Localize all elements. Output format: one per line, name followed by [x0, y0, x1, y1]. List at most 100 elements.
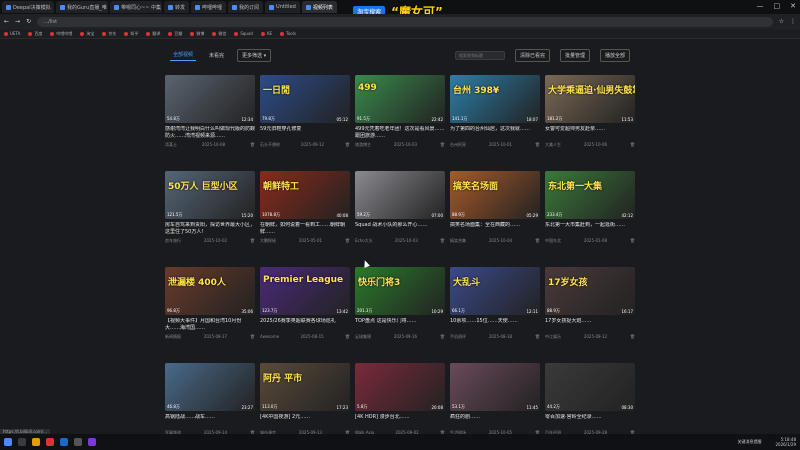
video-thumbnail[interactable]: 大乱斗 66.1万 12:11	[450, 267, 540, 315]
uploader-name[interactable]: Awesome	[260, 334, 279, 339]
forward-icon[interactable]: →	[15, 18, 20, 25]
video-title[interactable]: 感谢湾湾让我明白什么叫做现代版的防鳗防火……湾湾视频来源……	[165, 126, 255, 140]
delete-icon[interactable]: 🗑	[250, 334, 255, 340]
video-title[interactable]: 东北第一大市集赶到，一起逛街……	[545, 222, 635, 236]
video-thumbnail[interactable]: 东北第一大集 233.4万 42:12	[545, 171, 635, 219]
video-thumbnail[interactable]: 5.8万 20:08	[355, 363, 445, 411]
uploader-name[interactable]: 大美人生	[545, 142, 561, 148]
browser-tab[interactable]: 带嗯同心~~ 中集	[110, 1, 162, 13]
start-icon[interactable]	[4, 438, 12, 446]
minimize-icon[interactable]: —	[757, 2, 764, 10]
video-thumbnail[interactable]: 17岁女孩 88.9万 16:17	[545, 267, 635, 315]
delete-icon[interactable]: 🗑	[345, 238, 350, 244]
video-card[interactable]: 阿丹 平市 113.0万 17:23 [4K中国夜游] 2元…… 城市漫步 2025-09…	[260, 363, 350, 443]
play-all-button[interactable]: 播放全部	[599, 48, 630, 62]
browser-tab[interactable]: Deepal决策模拟	[2, 1, 54, 13]
video-card[interactable]: 50万人 巨型小区 121.5万 15:20 房车自驾来到贵阳，探访世界最大小区，这里…	[165, 171, 255, 251]
video-thumbnail[interactable]: 快乐门将3 201.3万 10:29	[355, 267, 445, 315]
uploader-name[interactable]: 手机测评	[450, 334, 466, 340]
delete-icon[interactable]: 🗑	[630, 238, 635, 244]
bookmark-item[interactable]: Tools	[280, 31, 296, 36]
video-card[interactable]: 17岁女孩 88.9万 16:17 17岁女孩捉大炮…… 中江娱乐 2025-08-12 🗑	[545, 267, 635, 347]
delete-icon[interactable]: 🗑	[535, 334, 540, 340]
uploader-name[interactable]: 足球集锦	[355, 334, 371, 340]
video-card[interactable]: 泄漏楼 400人 96.8万 35:06 【视频大事件】月国和台湾10月份大……海湾国…	[165, 267, 255, 347]
video-thumbnail[interactable]: 大学乘逼迫·仙男失鼓掌 181.2万 11:53	[545, 75, 635, 123]
video-thumbnail[interactable]: 59.2万 07:00	[355, 171, 445, 219]
delete-icon[interactable]: 🗑	[250, 238, 255, 244]
bookmark-item[interactable]: 淘宝	[80, 31, 94, 37]
uploader-name[interactable]: 房车旅行	[165, 238, 181, 244]
video-title[interactable]: 59元旧鞋穿孔修复	[260, 126, 350, 140]
uploader-name[interactable]: 中国东北	[545, 238, 561, 244]
video-thumbnail[interactable]: 阿丹 平市 113.0万 17:23	[260, 363, 350, 411]
delete-icon[interactable]: 🗑	[345, 142, 350, 148]
video-title[interactable]: [4K HDR] 漫步台北……	[355, 414, 445, 428]
tab-unfinished[interactable]: 未看完	[206, 50, 227, 61]
folder-icon[interactable]	[32, 438, 40, 446]
video-card[interactable]: 台州 398¥ 141.1万 18:07 为了第四的台州仙居，这次我就…… 台州阿亮 20…	[450, 75, 540, 155]
video-card[interactable]: 一日閒 79.8万 05:12 59元旧鞋穿孔修复 石头不想修 2025-09-12 🗑	[260, 75, 350, 155]
video-thumbnail[interactable]: 50万人 巨型小区 121.5万 15:20	[165, 171, 255, 219]
delete-icon[interactable]: 🗑	[440, 238, 445, 244]
video-card[interactable]: 46.8万 23:27 高钢陆战……战车…… 军事频道 2025-09-14 🗑	[165, 363, 255, 443]
delete-icon[interactable]: 🗑	[630, 142, 635, 148]
uploader-name[interactable]: 新闻情报	[165, 334, 181, 340]
bookmark-item[interactable]: 微信	[212, 31, 226, 37]
uploader-name[interactable]: 石头不想修	[260, 142, 280, 148]
bookmark-item[interactable]: KE	[260, 31, 272, 36]
bookmark-item[interactable]: UETA	[4, 31, 20, 36]
video-title[interactable]: 女警可爱超帅男友赴亲……	[545, 126, 635, 140]
video-card[interactable]: 53.1万 11:45 疯狂的剧…… 生活剧场 2025-10-05 🗑	[450, 363, 540, 443]
search-icon[interactable]	[18, 438, 26, 446]
video-thumbnail[interactable]: 44.2万 08:30	[545, 363, 635, 411]
video-title[interactable]: [4K中国夜游] 2元……	[260, 414, 350, 428]
video-card[interactable]: 东北第一大集 233.4万 42:12 东北第一大市集赶到，一起逛街…… 中国东北 202…	[545, 171, 635, 251]
video-thumbnail[interactable]: 499 91.5万 22:42	[355, 75, 445, 123]
tab-all-videos[interactable]: 全部视频	[170, 49, 197, 61]
reload-icon[interactable]: ↻	[26, 18, 31, 25]
video-card[interactable]: 大乱斗 66.1万 12:11 10余项……15位……天使…… 手机测评 2025-08-…	[450, 267, 540, 347]
menu-icon[interactable]: ⋮	[790, 18, 796, 25]
video-title[interactable]: 在朝鲜，如何说着一看到工……朝鲜朝鲜……	[260, 222, 350, 236]
uploader-name[interactable]: Echo大头	[355, 238, 373, 244]
video-title[interactable]: 疯狂的剧……	[450, 414, 540, 428]
video-title[interactable]: 房车自驾来到贵阳，探访世界最大小区，这里住了50万人！	[165, 222, 255, 236]
search-input[interactable]	[454, 50, 505, 60]
video-thumbnail[interactable]: 台州 398¥ 141.1万 18:07	[450, 75, 540, 123]
uploader-name[interactable]: 大鹏探秘	[260, 238, 276, 244]
browser-tab[interactable]: 哔哩哔哩	[191, 1, 227, 13]
video-card[interactable]: 59.2万 07:00 Squad 战术小队的那么开心…… Echo大头 2025-10…	[355, 171, 445, 251]
delete-icon[interactable]: 🗑	[440, 334, 445, 340]
app-icon[interactable]	[88, 438, 96, 446]
browser-tab[interactable]: 我的Guru直播_唯	[56, 1, 108, 13]
video-title[interactable]: 17岁女孩捉大炮……	[545, 318, 635, 332]
video-card[interactable]: 朝鲜特工 1078.8万 40:08 在朝鲜，如何说着一看到工……朝鲜朝鲜…… 大鹏探秘…	[260, 171, 350, 251]
maximize-icon[interactable]: □	[774, 2, 781, 10]
uploader-name[interactable]: 台州阿亮	[450, 142, 466, 148]
browser-tab[interactable]: 转发	[164, 1, 190, 13]
video-thumbnail[interactable]: 朝鲜特工 1078.8万 40:08	[260, 171, 350, 219]
uploader-name[interactable]: 旅游博主	[355, 142, 371, 148]
video-title[interactable]: 高钢陆战……战车……	[165, 414, 255, 428]
video-thumbnail[interactable]: Premier League 123.7万 13:42	[260, 267, 350, 315]
delete-icon[interactable]: 🗑	[440, 142, 445, 148]
browser-tab[interactable]: 我的订阅	[228, 1, 264, 13]
bookmark-item[interactable]: 微博	[190, 31, 204, 37]
video-card[interactable]: 5.8万 20:08 [4K HDR] 漫步台北…… Walk Asia 2025-09…	[355, 363, 445, 443]
video-card[interactable]: 44.2万 08:30 零百加速·宫岭全纪录…… 汽车评测 2025-09-28 🗑	[545, 363, 635, 443]
video-title[interactable]: TOP盘点 这是快乐门将……	[355, 318, 445, 332]
video-thumbnail[interactable]: 一日閒 79.8万 05:12	[260, 75, 350, 123]
video-title[interactable]: 499元凭着吃老年团！这次是看风景……跟团旅游……	[355, 126, 445, 140]
bookmark-item[interactable]: 京东	[102, 31, 116, 37]
clear-watched-button[interactable]: 清除已看完	[514, 48, 550, 62]
filter-dropdown[interactable]: 更多筛选 ▾	[237, 48, 272, 62]
video-title[interactable]: 2025/26赛季英超联赛各球场巡礼	[260, 318, 350, 332]
video-thumbnail[interactable]: 54.8万 12:34	[165, 75, 255, 123]
bookmark-item[interactable]: 豆瓣	[168, 31, 182, 37]
video-card[interactable]: 大学乘逼迫·仙男失鼓掌 181.2万 11:53 女警可爱超帅男友赴亲…… 大美人生 20…	[545, 75, 635, 155]
steam-icon[interactable]	[74, 438, 82, 446]
bookmark-item[interactable]: 哔哩哔哩	[50, 31, 72, 37]
video-card[interactable]: 54.8万 12:34 感谢湾湾让我明白什么叫做现代版的防鳗防火……湾湾视频来源………	[165, 75, 255, 155]
video-title[interactable]: 【视频大事件】月国和台湾10月份大……海湾国……	[165, 318, 255, 332]
